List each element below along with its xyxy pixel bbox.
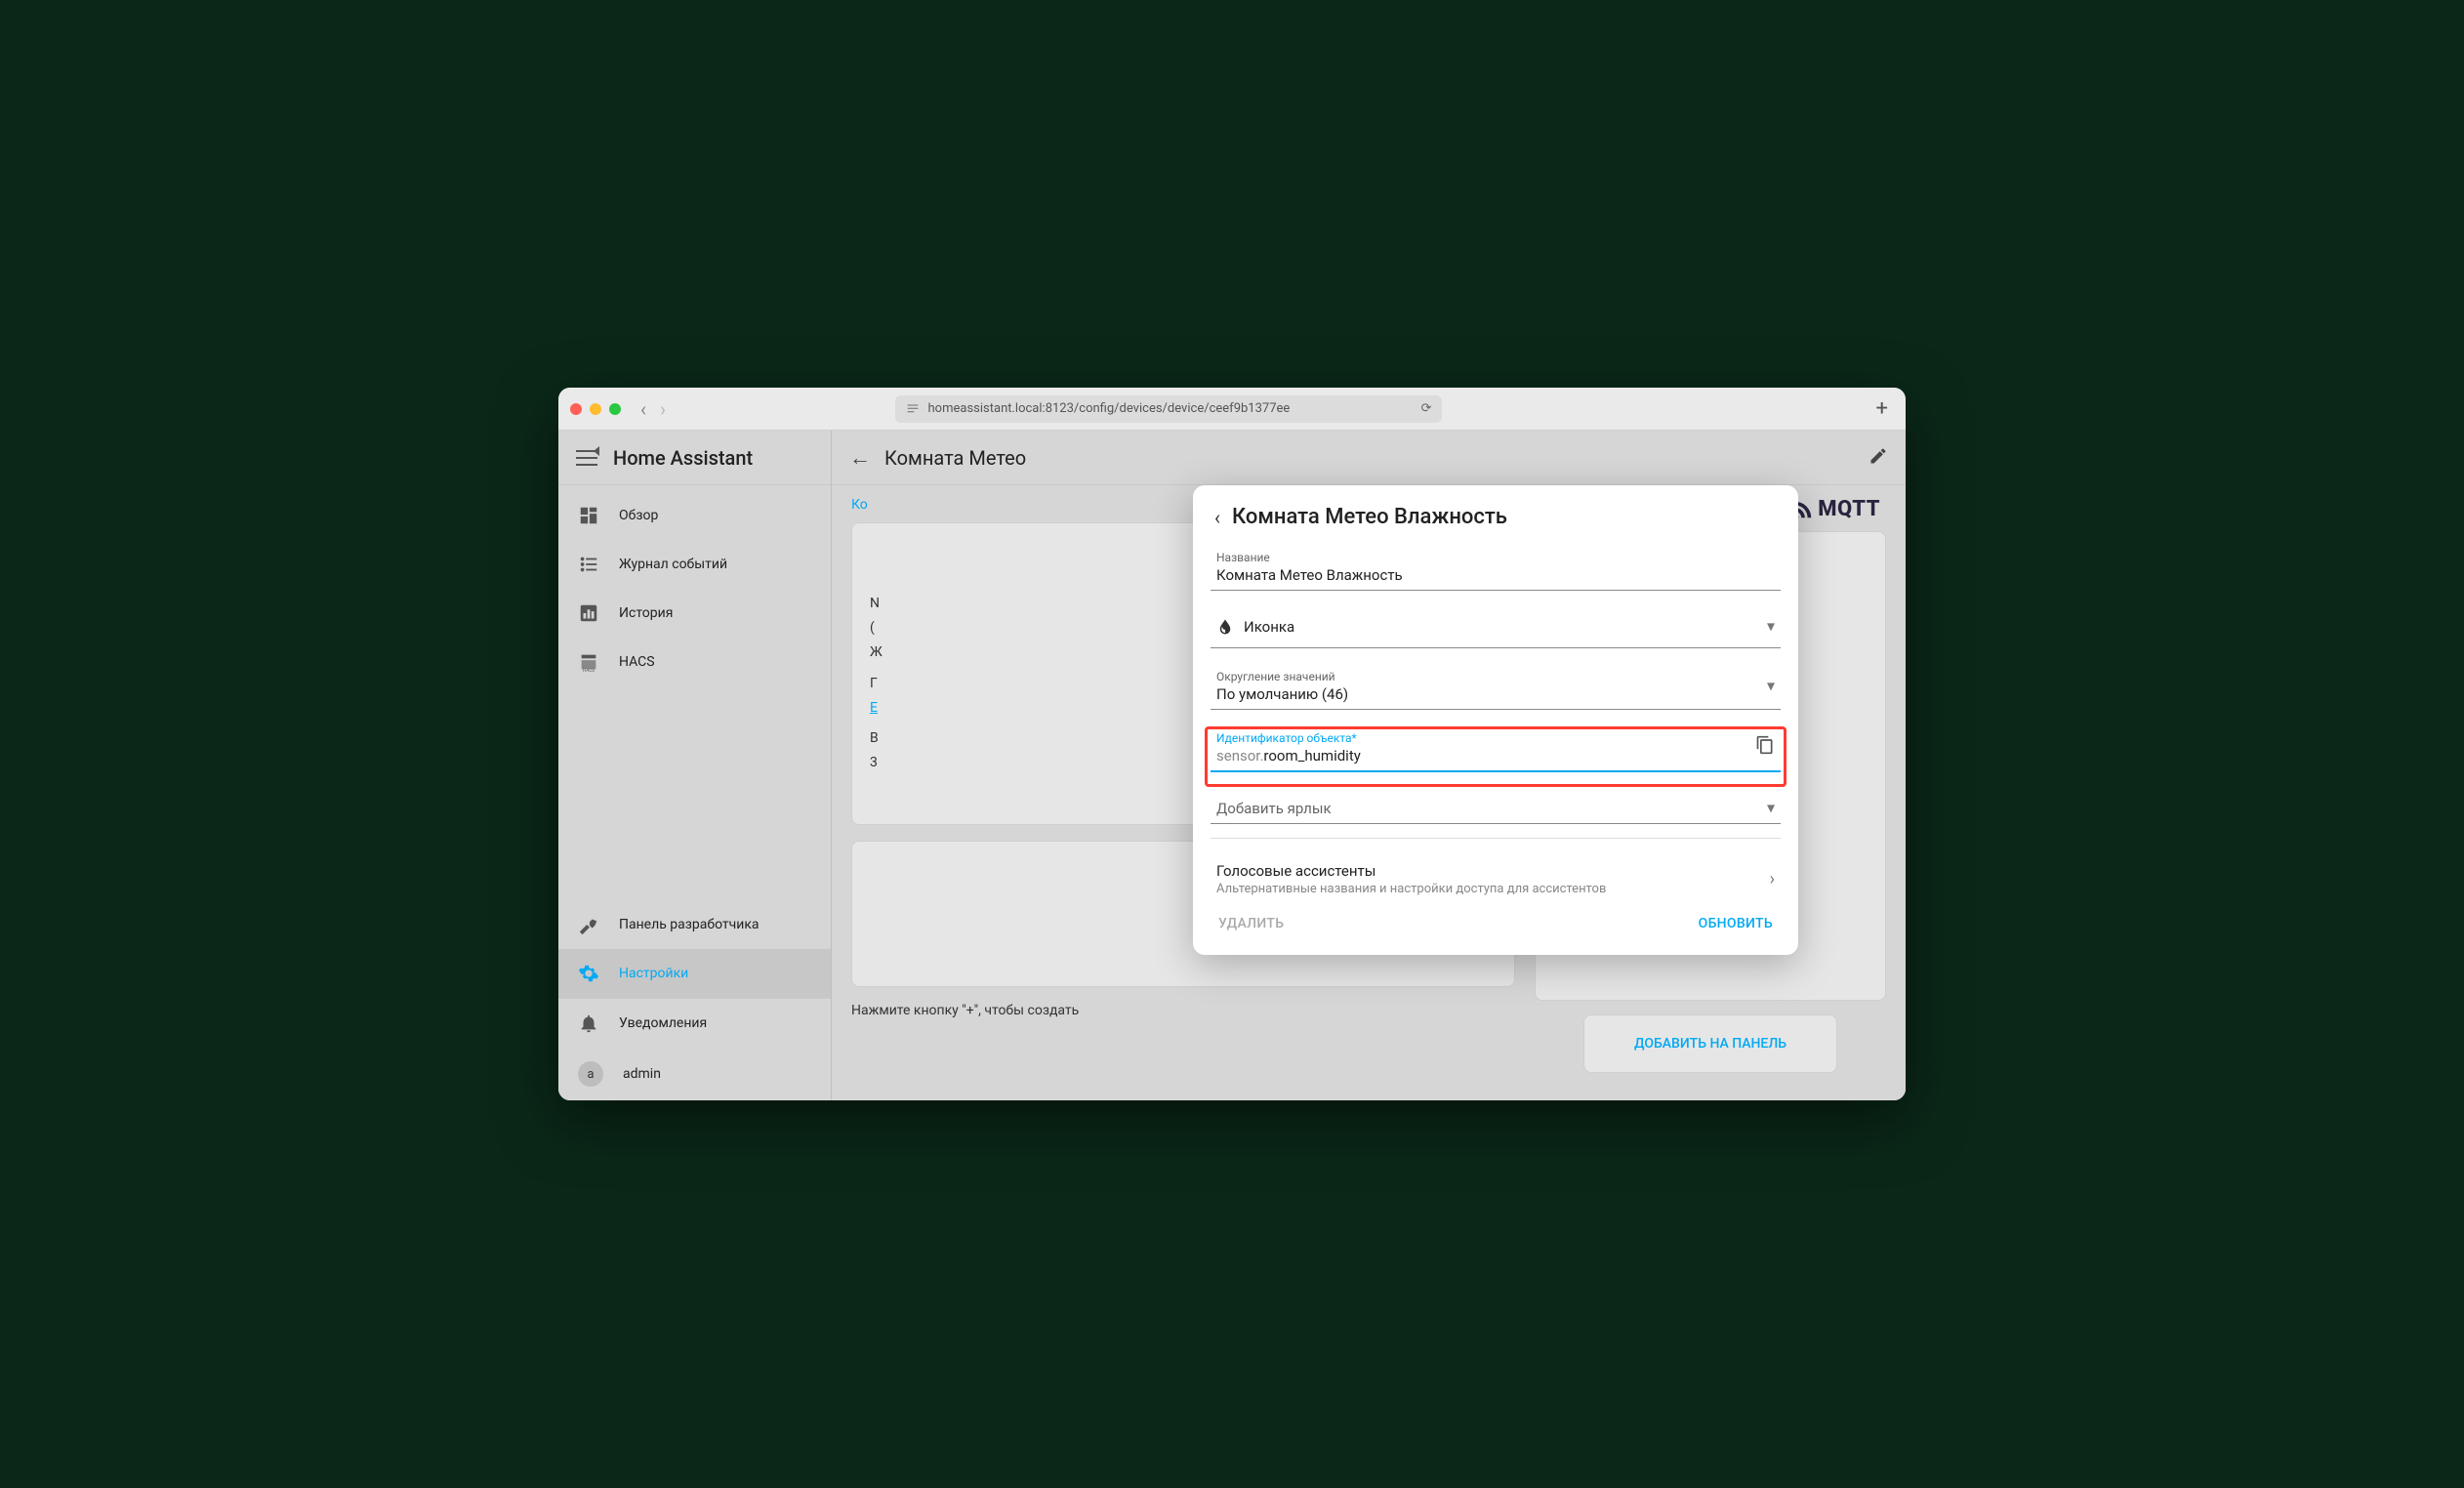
sidebar-bottom: Уведомления a admin: [558, 998, 831, 1100]
entity-settings-modal: ‹ Комната Метео Влажность Название Комна…: [1193, 485, 1798, 955]
entity-id-value: sensor.room_humidity: [1216, 747, 1747, 765]
chevron-down-icon: ▾: [1767, 799, 1775, 817]
truncated-text: N ( Ж Г E В 3: [870, 592, 883, 775]
sidebar-item-notifications[interactable]: Уведомления: [558, 999, 831, 1048]
browser-window: ‹ › homeassistant.local:8123/config/devi…: [558, 388, 1906, 1100]
hammer-icon: [578, 914, 599, 935]
back-nav-button[interactable]: ‹: [640, 397, 646, 421]
reload-button[interactable]: ⟳: [1421, 401, 1432, 416]
sidebar-item-user[interactable]: a admin: [558, 1048, 831, 1100]
traffic-lights: [570, 403, 621, 415]
sidebar: Home Assistant Обзор Журнал событий Исто…: [558, 431, 832, 1100]
copy-icon: [1755, 735, 1775, 755]
app: Home Assistant Обзор Журнал событий Исто…: [558, 431, 1906, 1100]
sidebar-item-devtools[interactable]: Панель разработчика: [558, 900, 831, 949]
nav-arrows: ‹ ›: [640, 397, 666, 421]
update-button[interactable]: ОБНОВИТЬ: [1695, 910, 1777, 937]
sidebar-item-label: История: [619, 605, 673, 621]
sidebar-items: Обзор Журнал событий История HACS HACS: [558, 485, 831, 1100]
voice-subtitle: Альтернативные названия и настройки дост…: [1216, 882, 1606, 896]
close-window-button[interactable]: [570, 403, 582, 415]
add-label-field[interactable]: Добавить ярлык ▾: [1211, 792, 1781, 824]
rounding-label: Округление значений: [1216, 670, 1775, 683]
name-label: Название: [1216, 551, 1775, 564]
sidebar-item-label: Настройки: [619, 966, 688, 981]
rounding-value: По умолчанию (46): [1216, 685, 1775, 703]
main-header: ← Комната Метео: [832, 431, 1906, 485]
modal-back-button[interactable]: ‹: [1214, 506, 1220, 529]
chevron-down-icon: ▾: [1767, 617, 1775, 636]
avatar: a: [578, 1061, 603, 1087]
name-value: Комната Метео Влажность: [1216, 566, 1775, 584]
sidebar-item-label: Обзор: [619, 508, 658, 523]
delete-button[interactable]: УДАЛИТЬ: [1214, 910, 1288, 937]
maximize-window-button[interactable]: [609, 403, 621, 415]
reader-icon: [905, 401, 921, 417]
app-title: Home Assistant: [613, 446, 753, 470]
sidebar-item-logbook[interactable]: Журнал событий: [558, 540, 831, 589]
new-tab-button[interactable]: +: [1869, 396, 1893, 421]
svg-text:HACS: HACS: [583, 668, 595, 673]
sidebar-header: Home Assistant: [558, 431, 831, 485]
entity-id-field[interactable]: Идентификатор объекта* sensor.room_humid…: [1211, 723, 1781, 772]
droplet-icon: [1216, 618, 1234, 636]
modal-header: ‹ Комната Метео Влажность: [1193, 505, 1798, 543]
url-bar[interactable]: homeassistant.local:8123/config/devices/…: [895, 395, 1442, 423]
list-icon: [578, 554, 599, 575]
chevron-down-icon: ▾: [1767, 677, 1775, 695]
minimize-window-button[interactable]: [590, 403, 601, 415]
url-text: homeassistant.local:8123/config/devices/…: [928, 401, 1291, 416]
edit-button[interactable]: [1869, 446, 1888, 470]
bell-icon: [578, 1013, 599, 1034]
icon-label: Иконка: [1244, 618, 1294, 636]
voice-assistants-row[interactable]: Голосовые ассистенты Альтернативные назв…: [1211, 848, 1781, 906]
page-title: Комната Метео: [884, 446, 1026, 470]
add-label-text: Добавить ярлык: [1216, 800, 1775, 817]
icon-field[interactable]: Иконка ▾: [1211, 604, 1781, 648]
modal-body: Название Комната Метео Влажность Иконка …: [1193, 543, 1798, 906]
chart-icon: [578, 602, 599, 624]
voice-title: Голосовые ассистенты: [1216, 862, 1606, 880]
mqtt-label: MQTT: [1818, 497, 1880, 521]
sidebar-item-label: Уведомления: [619, 1015, 707, 1031]
chevron-right-icon: ›: [1770, 869, 1775, 889]
hacs-icon: HACS: [578, 651, 599, 673]
dashboard-icon: [578, 505, 599, 526]
sidebar-item-history[interactable]: История: [558, 589, 831, 638]
copy-button[interactable]: [1755, 735, 1775, 759]
sidebar-item-overview[interactable]: Обзор: [558, 491, 831, 540]
modal-footer: УДАЛИТЬ ОБНОВИТЬ: [1193, 906, 1798, 937]
main: ← Комната Метео Ко N ( Ж Г E: [832, 431, 1906, 1100]
rounding-field[interactable]: Округление значений По умолчанию (46) ▾: [1211, 662, 1781, 710]
gear-icon: [578, 963, 599, 984]
page-back-button[interactable]: ←: [849, 445, 871, 471]
add-to-dashboard-button[interactable]: ДОБАВИТЬ НА ПАНЕЛЬ: [1621, 1026, 1800, 1061]
sidebar-item-label: admin: [623, 1066, 661, 1082]
browser-toolbar: ‹ › homeassistant.local:8123/config/devi…: [558, 388, 1906, 431]
sidebar-item-settings[interactable]: Настройки: [558, 949, 831, 998]
sidebar-item-hacs[interactable]: HACS HACS: [558, 638, 831, 686]
divider: [1211, 838, 1781, 839]
forward-nav-button[interactable]: ›: [660, 397, 666, 421]
modal-title: Комната Метео Влажность: [1232, 505, 1507, 529]
sidebar-item-label: Журнал событий: [619, 557, 727, 572]
mqtt-logo[interactable]: MQTT: [1792, 497, 1880, 521]
sidebar-toggle-button[interactable]: [576, 450, 597, 466]
name-field[interactable]: Название Комната Метео Влажность: [1211, 543, 1781, 591]
sidebar-item-label: Панель разработчика: [619, 917, 760, 932]
hint-text: Нажмите кнопку "+", чтобы создать: [851, 1003, 1515, 1018]
pencil-icon: [1869, 446, 1888, 466]
entity-id-label: Идентификатор объекта*: [1216, 731, 1747, 745]
sidebar-item-label: HACS: [619, 654, 655, 670]
add-to-dashboard-card: ДОБАВИТЬ НА ПАНЕЛЬ: [1583, 1014, 1837, 1073]
